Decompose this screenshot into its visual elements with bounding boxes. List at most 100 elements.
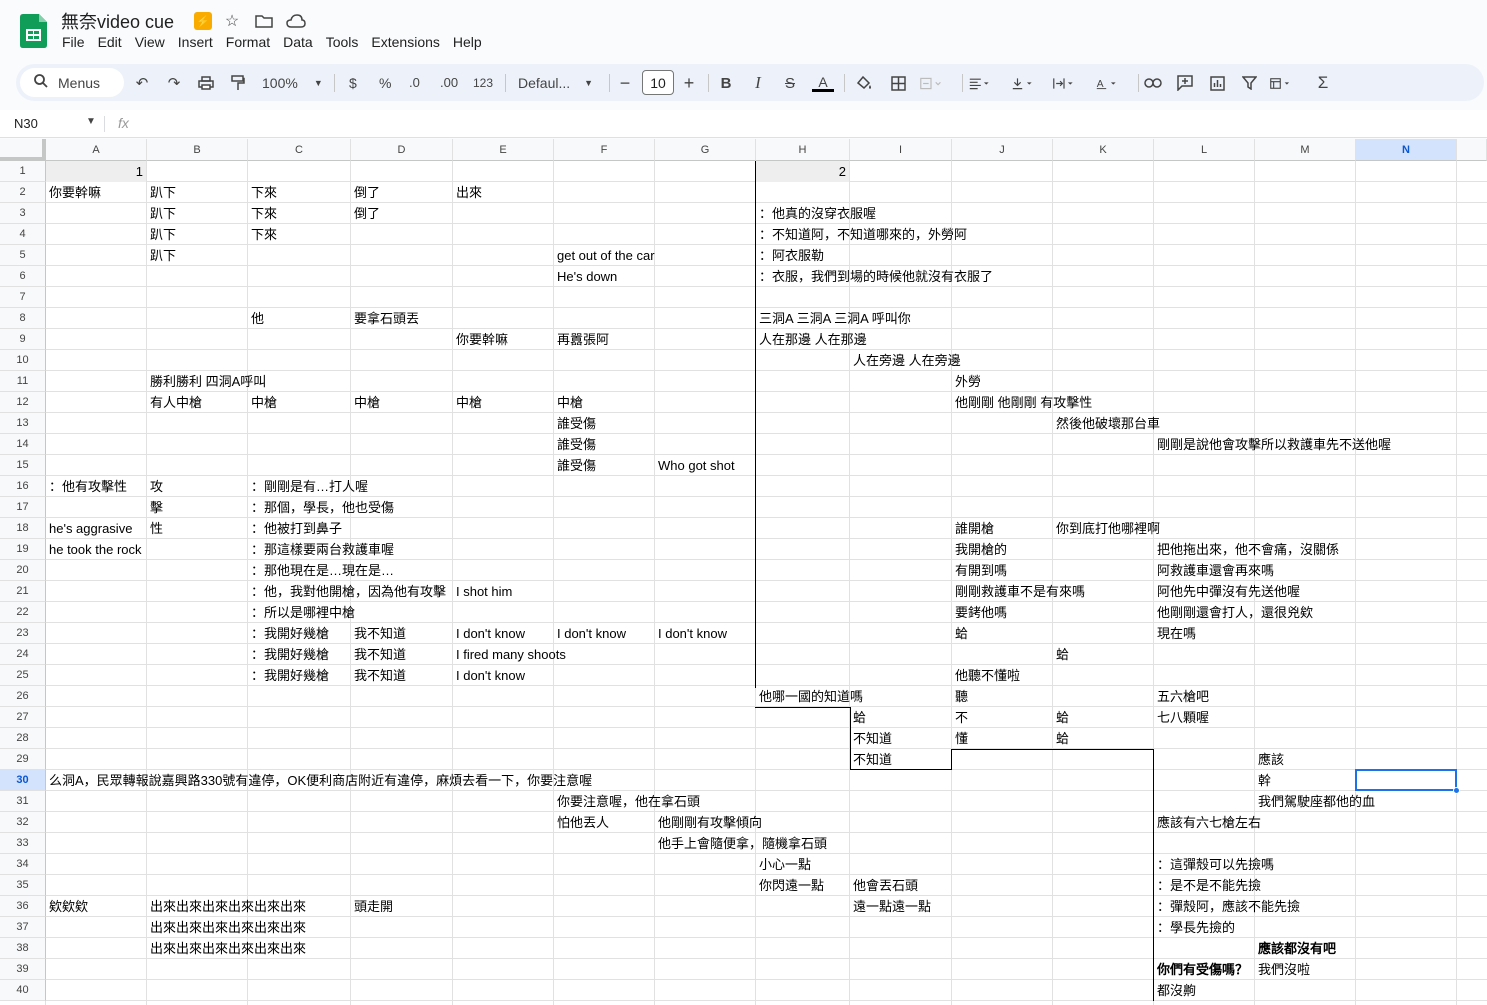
cell-a19[interactable]: he took the rock	[46, 539, 142, 560]
cell-a18[interactable]: he's aggrasive	[46, 518, 132, 539]
cell-h6[interactable]: ：衣服，我們到場的時候他就沒有衣服了	[756, 266, 993, 287]
menu-insert[interactable]: Insert	[178, 34, 213, 50]
cell-f5[interactable]: get out of the car	[554, 245, 655, 266]
cell-g33[interactable]: 他手上會隨便拿，隨機拿石頭	[655, 833, 827, 854]
row-header-7[interactable]: 7	[0, 287, 46, 308]
cell-i10[interactable]: 人在旁邊 人在旁邊	[850, 350, 961, 371]
cell-l39[interactable]: 你們有受傷嗎？	[1154, 959, 1248, 980]
menus-search[interactable]: Menus	[20, 68, 124, 97]
cell-a1[interactable]: 1	[46, 161, 146, 182]
merge-cells-icon[interactable]	[920, 72, 942, 94]
cell-i29[interactable]: 不知道	[850, 749, 892, 770]
cell-d3[interactable]: 倒了	[351, 203, 380, 224]
cell-j20[interactable]: 有開到嗎	[952, 560, 1007, 581]
row-header-5[interactable]: 5	[0, 245, 46, 266]
cell-m30[interactable]: 幹	[1255, 770, 1271, 791]
row-header-14[interactable]: 14	[0, 434, 46, 455]
cell-i28[interactable]: 不知道	[850, 728, 892, 749]
row-header-13[interactable]: 13	[0, 413, 46, 434]
cell-h9[interactable]: 人在那邊 人在那邊	[756, 329, 867, 350]
cell-l40[interactable]: 都沒齁	[1154, 980, 1196, 1001]
cell-l22[interactable]: 他剛剛還會打人，還很兇欸	[1154, 602, 1313, 623]
print-icon[interactable]	[195, 72, 217, 94]
font-size-decrease-icon[interactable]: −	[614, 72, 636, 94]
cell-l36[interactable]: ：彈殼阿，應該不能先撿	[1154, 896, 1300, 917]
cell-c18[interactable]: ：他被打到鼻子	[248, 518, 342, 539]
cell-l14[interactable]: 剛剛是說他會攻擊所以救護車先不送他喔	[1154, 434, 1391, 455]
column-header-j[interactable]: J	[952, 139, 1053, 161]
star-icon[interactable]: ☆	[220, 10, 244, 32]
cell-j21[interactable]: 剛剛救護車不是有來嗎	[952, 581, 1085, 602]
row-header-34[interactable]: 34	[0, 854, 46, 875]
cell-j25[interactable]: 他聽不懂啦	[952, 665, 1020, 686]
cell-d36[interactable]: 頭走開	[351, 896, 393, 917]
cell-l35[interactable]: ：是不是不能先撿	[1154, 875, 1261, 896]
cell-j26[interactable]: 聽	[952, 686, 968, 707]
menu-view[interactable]: View	[135, 34, 165, 50]
cell-j27[interactable]: 不	[952, 707, 968, 728]
cell-c25[interactable]: ：我開好幾槍	[248, 665, 329, 686]
row-header-33[interactable]: 33	[0, 833, 46, 854]
cell-d23[interactable]: 我不知道	[351, 623, 406, 644]
cell-e2[interactable]: 出來	[453, 182, 482, 203]
cell-d25[interactable]: 我不知道	[351, 665, 406, 686]
fill-color-icon[interactable]	[853, 72, 875, 94]
cell-m31[interactable]: 我們駕駛座都他的血	[1255, 791, 1375, 812]
italic-icon[interactable]: I	[747, 72, 769, 94]
cell-f23[interactable]: I don't know	[554, 623, 626, 644]
cell-l34[interactable]: ：這彈殼可以先撿嗎	[1154, 854, 1274, 875]
row-header-12[interactable]: 12	[0, 392, 46, 413]
column-header-b[interactable]: B	[147, 139, 248, 161]
text-rotation-icon[interactable]: A	[1096, 72, 1118, 94]
row-header-16[interactable]: 16	[0, 476, 46, 497]
cell-j11[interactable]: 外勞	[952, 371, 981, 392]
cell-i27[interactable]: 蛤	[850, 707, 866, 728]
cell-g32[interactable]: 他剛剛有攻擊傾向	[655, 812, 762, 833]
cell-c17[interactable]: ：那個，學長，他也受傷	[248, 497, 394, 518]
row-header-2[interactable]: 2	[0, 182, 46, 203]
cell-c22[interactable]: ：所以是哪裡中槍	[248, 602, 355, 623]
row-header-30[interactable]: 30	[0, 770, 46, 791]
column-header-g[interactable]: G	[655, 139, 756, 161]
row-header-38[interactable]: 38	[0, 938, 46, 959]
cell-l27[interactable]: 七八顆喔	[1154, 707, 1209, 728]
cell-b16[interactable]: 攻	[147, 476, 163, 497]
cell-l26[interactable]: 五六槍吧	[1154, 686, 1209, 707]
row-header-40[interactable]: 40	[0, 980, 46, 1001]
cell-f13[interactable]: 誰受傷	[554, 413, 596, 434]
row-header-22[interactable]: 22	[0, 602, 46, 623]
cell-h4[interactable]: ：不知道阿，不知道哪來的，外勞阿	[756, 224, 967, 245]
filter-icon[interactable]	[1238, 72, 1260, 94]
row-header-28[interactable]: 28	[0, 728, 46, 749]
row-header-26[interactable]: 26	[0, 686, 46, 707]
row-header-37[interactable]: 37	[0, 917, 46, 938]
borders-icon[interactable]	[887, 72, 909, 94]
column-header-e[interactable]: E	[453, 139, 554, 161]
cell-f31[interactable]: 你要注意喔，他在拿石頭	[554, 791, 700, 812]
cell-b18[interactable]: 性	[147, 518, 163, 539]
insert-link-icon[interactable]	[1142, 72, 1164, 94]
cell-h1[interactable]: 2	[756, 161, 849, 182]
filter-views-icon[interactable]	[1270, 72, 1292, 94]
cell-c2[interactable]: 下來	[248, 182, 277, 203]
cell-j23[interactable]: 蛤	[952, 623, 968, 644]
cell-c4[interactable]: 下來	[248, 224, 277, 245]
horizontal-align-icon[interactable]	[969, 72, 991, 94]
cell-j28[interactable]: 懂	[952, 728, 968, 749]
menu-format[interactable]: Format	[226, 34, 270, 50]
cell-d2[interactable]: 倒了	[351, 182, 380, 203]
cell-l19[interactable]: 把他拖出來，他不會痛，沒關係	[1154, 539, 1339, 560]
vertical-align-icon[interactable]	[1012, 72, 1034, 94]
font-size-increase-icon[interactable]: +	[678, 72, 700, 94]
menu-tools[interactable]: Tools	[326, 34, 359, 50]
cell-m29[interactable]: 應該	[1255, 749, 1284, 770]
cell-c24[interactable]: ：我開好幾槍	[248, 644, 329, 665]
number-format-button[interactable]: 123	[473, 64, 493, 101]
cell-k27[interactable]: 蛤	[1053, 707, 1069, 728]
row-header-21[interactable]: 21	[0, 581, 46, 602]
cell-l37[interactable]: ：學長先撿的	[1154, 917, 1235, 938]
cell-j12[interactable]: 他剛剛 他剛剛 有攻擊性	[952, 392, 1092, 413]
row-header-3[interactable]: 3	[0, 203, 46, 224]
cloud-status-icon[interactable]	[284, 10, 308, 32]
insert-chart-icon[interactable]	[1206, 72, 1228, 94]
